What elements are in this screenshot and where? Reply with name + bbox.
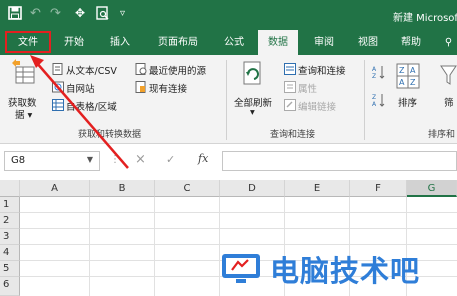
- watermark-logo-icon: [218, 252, 264, 289]
- watermark-text: 电脑技术吧: [270, 254, 421, 288]
- watermark: 电脑技术吧: [218, 246, 457, 288]
